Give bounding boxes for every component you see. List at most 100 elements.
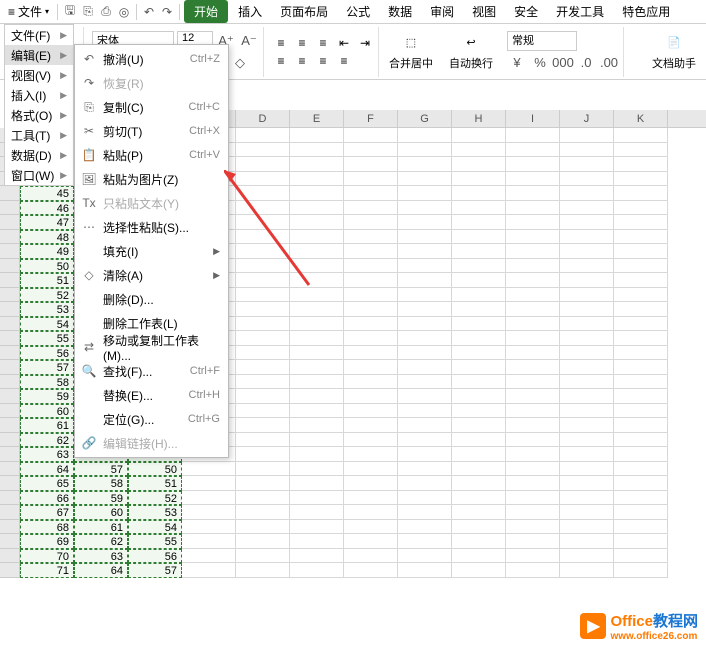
cell[interactable] [290,288,344,303]
align-bottom-icon[interactable]: ≡ [314,35,332,51]
cell[interactable] [290,244,344,259]
currency-icon[interactable]: ¥ [507,53,527,73]
cell[interactable] [452,143,506,158]
print-icon[interactable]: ⎙ [98,4,114,20]
cell[interactable] [452,172,506,187]
cell[interactable] [452,433,506,448]
cell[interactable] [506,433,560,448]
menu-edit[interactable]: 编辑(E)▶ [5,45,73,65]
cell[interactable] [452,273,506,288]
col-header[interactable]: G [398,110,452,127]
cell[interactable] [452,244,506,259]
cell[interactable] [344,157,398,172]
align-right-icon[interactable]: ≡ [314,53,332,69]
cell[interactable] [452,201,506,216]
cell[interactable] [182,549,236,564]
cell[interactable] [344,433,398,448]
cell[interactable] [614,143,668,158]
cell[interactable] [506,331,560,346]
cell[interactable] [290,418,344,433]
cell[interactable] [236,201,290,216]
cell[interactable]: 53 [20,302,74,317]
cell[interactable] [236,230,290,245]
redo-icon[interactable]: ↷ [159,4,175,20]
menu-item-3[interactable]: ✂剪切(T)Ctrl+X [75,119,228,143]
cell[interactable] [344,375,398,390]
menu-item-14[interactable]: 替换(E)...Ctrl+H [75,383,228,407]
cell[interactable] [182,462,236,477]
align-top-icon[interactable]: ≡ [272,35,290,51]
cell[interactable] [560,447,614,462]
row-header[interactable] [0,491,20,506]
percent-icon[interactable]: % [530,53,550,73]
cell[interactable] [290,259,344,274]
save-icon[interactable]: 🖫 [62,4,78,20]
cell[interactable] [506,389,560,404]
cell[interactable]: 51 [128,476,182,491]
cell[interactable] [452,491,506,506]
cell[interactable]: 63 [74,549,128,564]
cell[interactable] [236,288,290,303]
cell[interactable] [506,172,560,187]
cell[interactable] [506,273,560,288]
cell[interactable] [236,172,290,187]
cell[interactable]: 45 [20,186,74,201]
cell[interactable]: 65 [20,476,74,491]
cell[interactable]: 52 [20,288,74,303]
cell[interactable] [614,491,668,506]
cell[interactable] [182,491,236,506]
cell[interactable] [506,201,560,216]
cell[interactable] [398,462,452,477]
cell[interactable] [614,346,668,361]
cell[interactable] [236,317,290,332]
cell[interactable] [452,375,506,390]
align-justify-icon[interactable]: ≡ [335,53,353,69]
cell[interactable] [452,346,506,361]
tab-dev[interactable]: 开发工具 [548,0,612,23]
col-header[interactable]: J [560,110,614,127]
col-header[interactable]: F [344,110,398,127]
cell[interactable] [560,201,614,216]
cell[interactable] [344,549,398,564]
cell[interactable] [560,317,614,332]
cell[interactable] [344,331,398,346]
cell[interactable]: 48 [20,230,74,245]
cell[interactable] [560,288,614,303]
cell[interactable] [452,230,506,245]
cell[interactable]: 50 [128,462,182,477]
row-header[interactable] [0,433,20,448]
cell[interactable]: 62 [20,433,74,448]
cell[interactable]: 64 [74,563,128,578]
cell[interactable] [452,360,506,375]
cell[interactable] [506,418,560,433]
menu-item-4[interactable]: 📋粘贴(P)Ctrl+V [75,143,228,167]
cell[interactable] [344,491,398,506]
row-header[interactable] [0,244,20,259]
cell[interactable] [344,563,398,578]
cell[interactable] [398,157,452,172]
col-header[interactable]: D [236,110,290,127]
row-header[interactable] [0,331,20,346]
cell[interactable]: 55 [128,534,182,549]
cell[interactable] [506,346,560,361]
cell[interactable] [452,128,506,143]
cell[interactable]: 64 [20,462,74,477]
menu-file[interactable]: 文件(F)▶ [5,25,73,45]
tab-insert[interactable]: 插入 [230,0,270,23]
menu-item-0[interactable]: ↶撤消(U)Ctrl+Z [75,47,228,71]
cell[interactable] [398,404,452,419]
cell[interactable] [614,317,668,332]
cell[interactable] [452,549,506,564]
cell[interactable] [290,389,344,404]
cell[interactable] [344,215,398,230]
row-header[interactable] [0,462,20,477]
cell[interactable] [344,418,398,433]
cell[interactable] [506,462,560,477]
row-header[interactable] [0,534,20,549]
cell[interactable] [236,418,290,433]
cell[interactable] [506,491,560,506]
cell[interactable] [344,186,398,201]
cell[interactable] [398,520,452,535]
cell[interactable] [560,186,614,201]
cell[interactable] [344,259,398,274]
